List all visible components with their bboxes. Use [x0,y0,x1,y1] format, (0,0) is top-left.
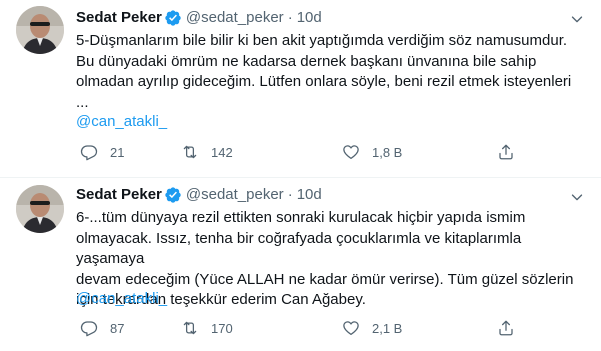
tweet[interactable]: Sedat Peker @sedat_peker · 10d 6-...tüm … [0,178,601,351]
tweet-header: Sedat Peker @sedat_peker · 10d [76,185,322,205]
share-icon [499,144,513,160]
avatar[interactable] [16,6,64,54]
author-handle[interactable]: @sedat_peker [186,185,284,205]
retweet-count: 170 [211,320,233,336]
retweet-icon [183,145,197,159]
author-handle[interactable]: @sedat_peker [186,8,284,28]
tweet[interactable]: Sedat Peker @sedat_peker · 10d 5-Düşmanl… [0,0,601,178]
share-button[interactable] [497,142,515,162]
reply-icon [80,321,98,337]
verified-badge-icon [164,186,182,204]
like-icon [343,145,359,160]
mention-link[interactable]: @can_atakli_ [76,112,167,132]
retweet-button[interactable]: 142 [181,142,233,162]
like-button[interactable]: 2,1 B [342,318,402,338]
share-icon [499,320,513,336]
tweet-actions: 21 142 1,8 B [76,142,516,162]
tweet-actions: 87 170 2,1 B [76,318,516,338]
timestamp[interactable]: 10d [297,8,322,28]
avatar[interactable] [16,185,64,233]
like-button[interactable]: 1,8 B [342,142,402,162]
separator-dot: · [287,9,293,26]
author-name[interactable]: Sedat Peker [76,8,162,28]
reply-count: 87 [110,320,125,336]
verified-badge-icon [164,9,182,27]
more-options-icon[interactable] [567,187,587,207]
tweet-header: Sedat Peker @sedat_peker · 10d [76,8,322,28]
author-name[interactable]: Sedat Peker [76,185,162,205]
reply-count: 21 [110,144,125,160]
more-options-icon[interactable] [567,9,587,29]
reply-button[interactable]: 21 [80,142,124,162]
tweet-text: 5-Düşmanlarım bile bilir ki ben akit yap… [76,32,572,111]
retweet-button[interactable]: 170 [181,318,233,338]
timestamp[interactable]: 10d [297,185,322,205]
separator-dot: · [287,186,293,203]
reply-icon [80,145,98,161]
share-button[interactable] [497,318,515,338]
retweet-count: 142 [211,144,233,160]
like-icon [343,321,359,336]
like-count: 2,1 B [372,320,403,336]
like-count: 1,8 B [372,144,403,160]
retweet-icon [183,321,197,335]
reply-button[interactable]: 87 [80,318,124,338]
mention-link[interactable]: @can_atakli_ [76,289,167,309]
